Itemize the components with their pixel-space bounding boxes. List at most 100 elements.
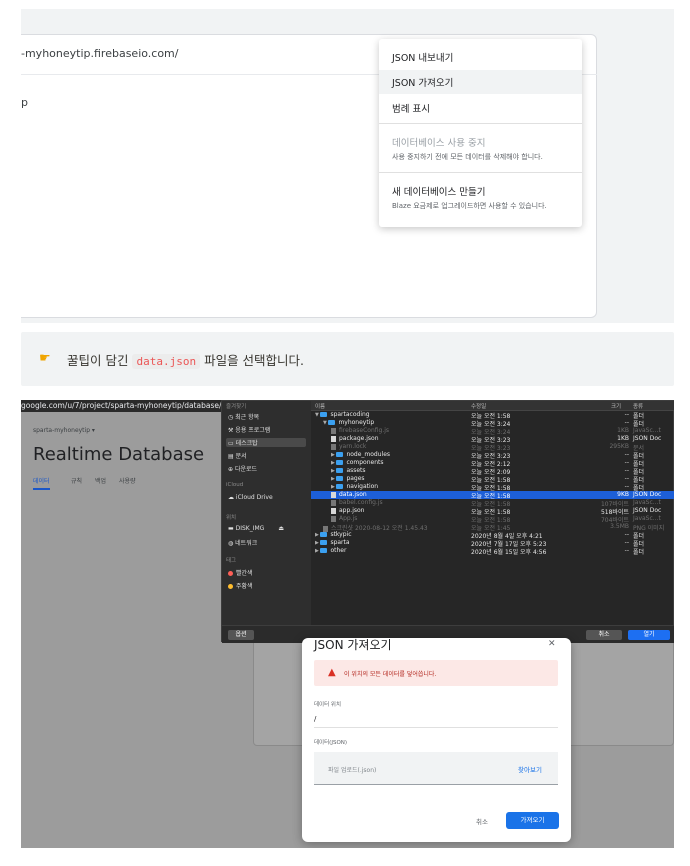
file-size: --	[624, 547, 629, 554]
tab-rules[interactable]: 규칙	[71, 476, 82, 485]
file-name-cell: ▼ myhoneytip	[323, 419, 374, 426]
import-screenshot: google.com/u/7/project/sparta-myhoneytip…	[21, 400, 674, 848]
file-row[interactable]: ▶ pages 오늘 오전 1:58 -- 폴더	[311, 475, 674, 484]
column-kind[interactable]: 종류	[633, 402, 643, 410]
sidebar-item-tag-orange[interactable]: 주황색	[228, 581, 253, 590]
file-row[interactable]: data.json 오늘 오전 1:58 9KB JSON Doc	[311, 491, 674, 500]
menu-item-create-db[interactable]: 새 데이터베이스 만들기 Blaze 요금제로 업그레이드하면 사용할 수 있습…	[379, 184, 582, 211]
location-value[interactable]: /	[314, 715, 316, 723]
file-size: --	[624, 467, 629, 474]
database-root-node[interactable]: p	[21, 96, 28, 109]
file-name: navigation	[346, 483, 379, 490]
menu-item-import-json[interactable]: JSON 가져오기	[379, 70, 582, 94]
sidebar-item-label: 데스크탑	[235, 440, 258, 447]
tip-text-after: 파일을 선택합니다.	[204, 353, 305, 368]
file-name: firebaseConfig.js	[339, 427, 390, 434]
close-icon[interactable]: ✕	[548, 639, 556, 649]
sidebar-item-desktop[interactable]: ▭ 데스크탑	[226, 438, 306, 447]
sidebar-item-downloads[interactable]: ⊕ 다운로드	[228, 464, 257, 473]
file-row[interactable]: ▶ stkypic 2020년 8월 4일 오후 4:21 -- 폴더	[311, 531, 674, 540]
data-json-label: 데이터(JSON)	[314, 740, 348, 746]
sidebar-item-label: DISK_IMG	[235, 525, 265, 532]
file-kind: JSON Doc	[633, 435, 662, 442]
browser-url[interactable]: google.com/u/7/project/sparta-myhoneytip…	[21, 401, 230, 410]
folder-icon	[336, 468, 344, 473]
dialog-cancel-button[interactable]: 취소	[476, 816, 488, 826]
file-row[interactable]: ▶ navigation 오늘 오전 1:58 -- 폴더	[311, 483, 674, 492]
file-name-cell: ▶ other	[315, 547, 346, 554]
file-name-cell: ▶ assets	[331, 467, 366, 474]
eject-icon[interactable]: ⏏	[278, 525, 284, 532]
file-row[interactable]: ▶ components 오늘 오전 2:12 -- 폴더	[311, 459, 674, 468]
file-size: 295KB	[609, 443, 629, 450]
menu-item-export-json[interactable]: JSON 내보내기	[379, 50, 582, 64]
disk-icon: ▬	[228, 525, 236, 532]
file-row[interactable]: ▶ other 2020년 6월 15일 오후 4:56 -- 폴더	[311, 547, 674, 556]
menu-item-label: JSON 가져오기	[392, 78, 454, 89]
sidebar-item-icloud-drive[interactable]: ☁ iCloud Drive	[228, 494, 273, 501]
file-size: --	[624, 411, 629, 418]
project-selector[interactable]: sparta-myhoneytip ▾	[33, 427, 95, 434]
file-row[interactable]: ▼ spartacoding 오늘 오전 1:58 -- 폴더	[311, 411, 674, 420]
finder-cancel-button[interactable]: 취소	[586, 630, 622, 640]
menu-item-show-legend[interactable]: 범례 표시	[379, 101, 582, 115]
column-size[interactable]: 크기	[611, 402, 621, 410]
finder-sidebar: 즐겨찾기 ◷ 최근 항목 ⚒ 응용 프로그램 ▭ 데스크탑 ▤ 문서 ⊕ 다운로…	[222, 401, 311, 625]
file-row[interactable]: app.json 오늘 오전 1:58 518바이트 JSON Doc	[311, 507, 674, 516]
sidebar-item-documents[interactable]: ▤ 문서	[228, 451, 247, 460]
file-kind: 폴더	[633, 549, 645, 556]
file-icon	[331, 427, 336, 434]
file-name: yarn.lock	[339, 443, 367, 450]
sidebar-item-disk[interactable]: ▬ DISK_IMG ⏏	[228, 525, 284, 532]
file-row[interactable]: 스크린샷 2020-08-12 오전 1.45.43 오늘 오전 1:45 3.5M…	[311, 523, 674, 532]
column-name[interactable]: 이름	[315, 402, 325, 410]
options-button[interactable]: 옵션	[228, 630, 254, 640]
column-date[interactable]: 수정일	[471, 402, 486, 410]
file-kind: JSON Doc	[633, 491, 662, 498]
menu-divider	[379, 172, 582, 173]
file-row[interactable]: App.js 오늘 오전 1:58 704바이트 JavaSc...t	[311, 515, 674, 524]
dialog-title: JSON 가져오기	[314, 638, 392, 652]
database-url[interactable]: -myhoneytip.firebaseio.com/	[21, 47, 178, 60]
sidebar-item-network[interactable]: ◍ 네트워크	[228, 538, 257, 547]
file-date: 2020년 6월 15일 오후 4:56	[471, 549, 547, 556]
file-size: --	[624, 475, 629, 482]
file-name-cell: ▶ node_modules	[331, 451, 390, 458]
sidebar-item-label: 네트워크	[235, 540, 258, 547]
database-options-menu: JSON 내보내기 JSON 가져오기 범례 표시 데이터베이스 사용 중지 사…	[379, 39, 582, 227]
folder-icon	[336, 484, 344, 489]
file-row[interactable]: ▶ assets 오늘 오전 2:09 -- 폴더	[311, 467, 674, 476]
file-icon	[331, 499, 336, 506]
file-row[interactable]: yarn.lock 오늘 오전 3:23 295KB 문서	[311, 443, 674, 452]
file-row[interactable]: babel.config.js 오늘 오전 1:58 107바이트 JavaSc...…	[311, 499, 674, 508]
warning-text: 이 위치의 모든 데이터를 덮어씁니다.	[344, 671, 437, 678]
tab-usage[interactable]: 사용량	[119, 476, 136, 485]
file-name-cell: ▶ pages	[331, 475, 365, 482]
file-row[interactable]: ▶ node_modules 오늘 오전 3:23 -- 폴더	[311, 451, 674, 460]
file-row[interactable]: ▼ myhoneytip 오늘 오전 3:24 -- 폴더	[311, 419, 674, 428]
file-upload-field[interactable]: 파일 업로드(.json) 찾아보기	[314, 752, 558, 785]
sidebar-item-label: 빨간색	[236, 570, 253, 577]
browse-button[interactable]: 찾아보기	[518, 764, 542, 774]
file-name-cell: yarn.lock	[331, 443, 366, 450]
tab-backup[interactable]: 백업	[95, 476, 106, 485]
import-button[interactable]: 가져오기	[506, 812, 559, 829]
sidebar-item-tag-red[interactable]: 빨간색	[228, 568, 253, 577]
file-row[interactable]: package.json 오늘 오전 3:23 1KB JSON Doc	[311, 435, 674, 444]
sidebar-item-label: 최근 항목	[235, 414, 260, 421]
file-name: App.js	[339, 515, 358, 522]
sidebar-item-recents[interactable]: ◷ 최근 항목	[228, 412, 259, 421]
file-name: other	[330, 547, 347, 554]
sidebar-item-apps[interactable]: ⚒ 응용 프로그램	[228, 425, 270, 434]
folder-icon	[328, 420, 336, 425]
tab-data[interactable]: 데이터	[33, 476, 50, 490]
file-row[interactable]: ▶ sparta 2020년 7월 17일 오후 5:23 -- 폴더	[311, 539, 674, 548]
menu-divider	[379, 123, 582, 124]
file-list-header: 이름 수정일 크기 종류	[311, 401, 674, 411]
desktop-icon: ▭	[228, 440, 236, 447]
file-row[interactable]: firebaseConfig.js 오늘 오전 3:24 1KB JavaSc...t	[311, 427, 674, 436]
file-name: data.json	[339, 491, 367, 498]
open-button[interactable]: 열기	[628, 630, 670, 640]
file-name: package.json	[339, 435, 379, 442]
file-size: 9KB	[617, 491, 629, 498]
